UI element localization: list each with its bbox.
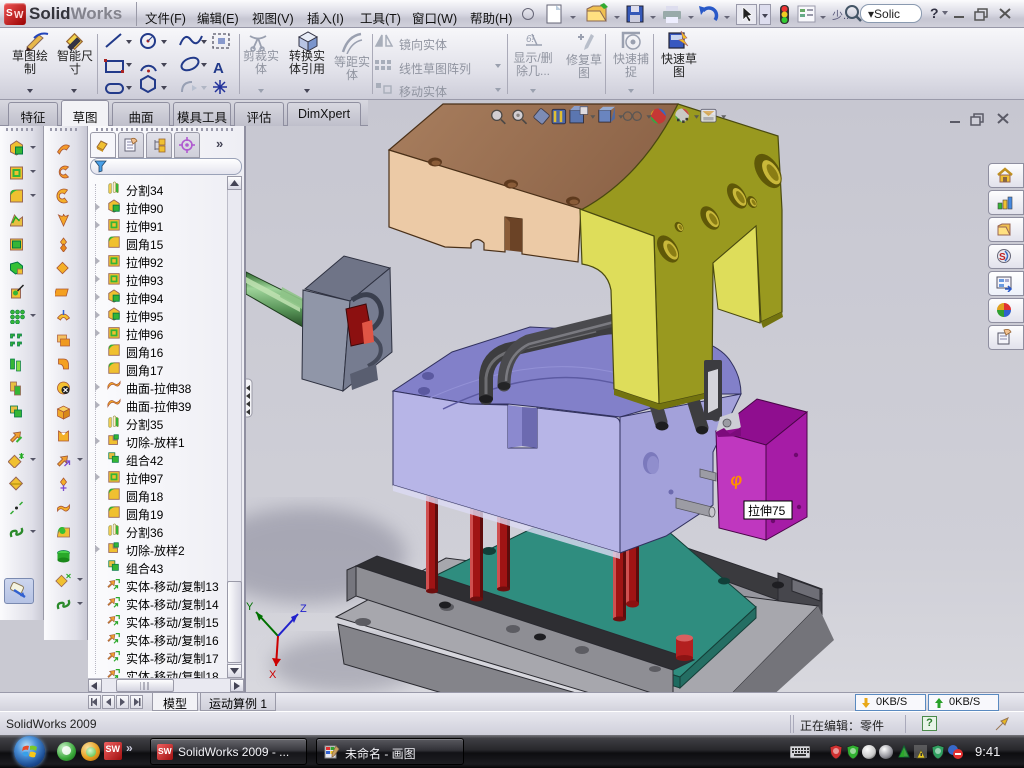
svg-text:S: S <box>999 252 1006 263</box>
svg-text:Z: Z <box>300 603 307 615</box>
svg-text:Y: Y <box>246 601 254 613</box>
svg-text:拉伸75: 拉伸75 <box>748 503 786 518</box>
svg-text:X: X <box>269 669 277 681</box>
